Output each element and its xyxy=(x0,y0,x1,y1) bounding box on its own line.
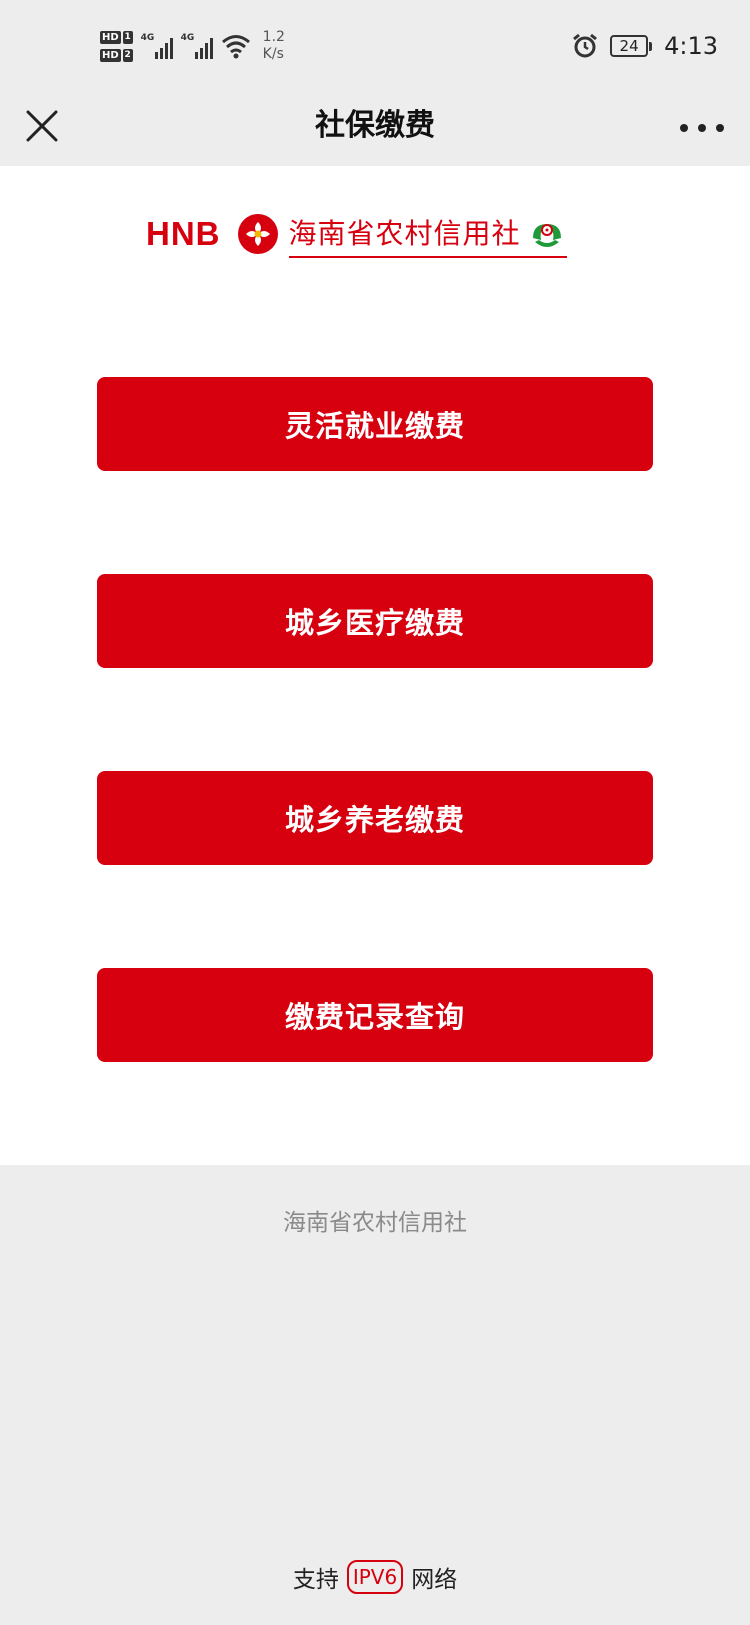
speed-value: 1.2 xyxy=(262,29,285,45)
sim1-label: 1 xyxy=(122,30,133,44)
flexible-employment-payment-button[interactable]: 灵活就业缴费 xyxy=(97,377,653,471)
nav-bar: 社保缴费 xyxy=(0,90,750,166)
ipv6-badge: IPV6 xyxy=(346,1560,404,1594)
logo-name: 海南省农村信用社 xyxy=(288,217,521,250)
clock: 4:13 xyxy=(664,32,718,60)
logo-underline xyxy=(288,256,567,258)
support-prefix: 支持 xyxy=(292,1567,339,1593)
wifi-icon xyxy=(221,35,250,59)
footer-org-name: 海南省农村信用社 xyxy=(283,1210,467,1236)
logo-name-wrap: 海南省农村信用社 xyxy=(288,216,567,258)
net2-label: 4G xyxy=(180,33,195,43)
page-title: 社保缴费 xyxy=(315,108,435,143)
signal-icon: 4G xyxy=(181,33,213,59)
hd1-label: HD xyxy=(100,30,121,44)
signal-icon: 4G xyxy=(141,33,173,59)
sim-indicators: HD 1 HD 2 xyxy=(100,30,133,62)
rcc-green-emblem-icon xyxy=(532,224,561,247)
status-left: HD 1 HD 2 4G 4G 1.2 K/s xyxy=(100,24,285,68)
logo-abbr: HNB xyxy=(146,215,221,252)
support-suffix: 网络 xyxy=(411,1567,458,1593)
battery-icon: 24 xyxy=(610,35,653,57)
battery-level: 24 xyxy=(610,35,649,57)
hd2-label: HD xyxy=(100,48,121,62)
net1-label: 4G xyxy=(140,33,155,43)
main-content: HNB 海南省农村信用社 灵活就业缴费 城乡医疗缴费 城乡养老缴费 缴费记录查询 xyxy=(0,166,750,1165)
status-right: 24 4:13 xyxy=(572,26,718,66)
status-bar: HD 1 HD 2 4G 4G 1.2 K/s 24 4:13 xyxy=(0,0,750,90)
bank-logo: HNB 海南省农村信用社 xyxy=(146,210,602,258)
network-speed: 1.2 K/s xyxy=(263,29,285,63)
hnb-logo-mark-icon xyxy=(237,214,278,254)
sim2-label: 2 xyxy=(122,48,133,62)
sim1-badge: HD 1 xyxy=(100,30,133,44)
ipv6-support-line: 支持 IPV6 网络 xyxy=(0,1560,750,1594)
more-icon[interactable] xyxy=(680,110,724,146)
pension-payment-button[interactable]: 城乡养老缴费 xyxy=(97,771,653,865)
medical-insurance-payment-button[interactable]: 城乡医疗缴费 xyxy=(97,574,653,668)
speed-unit: K/s xyxy=(262,46,284,62)
sim2-badge: HD 2 xyxy=(100,48,133,62)
payment-records-query-button[interactable]: 缴费记录查询 xyxy=(97,968,653,1062)
alarm-icon xyxy=(573,33,598,58)
